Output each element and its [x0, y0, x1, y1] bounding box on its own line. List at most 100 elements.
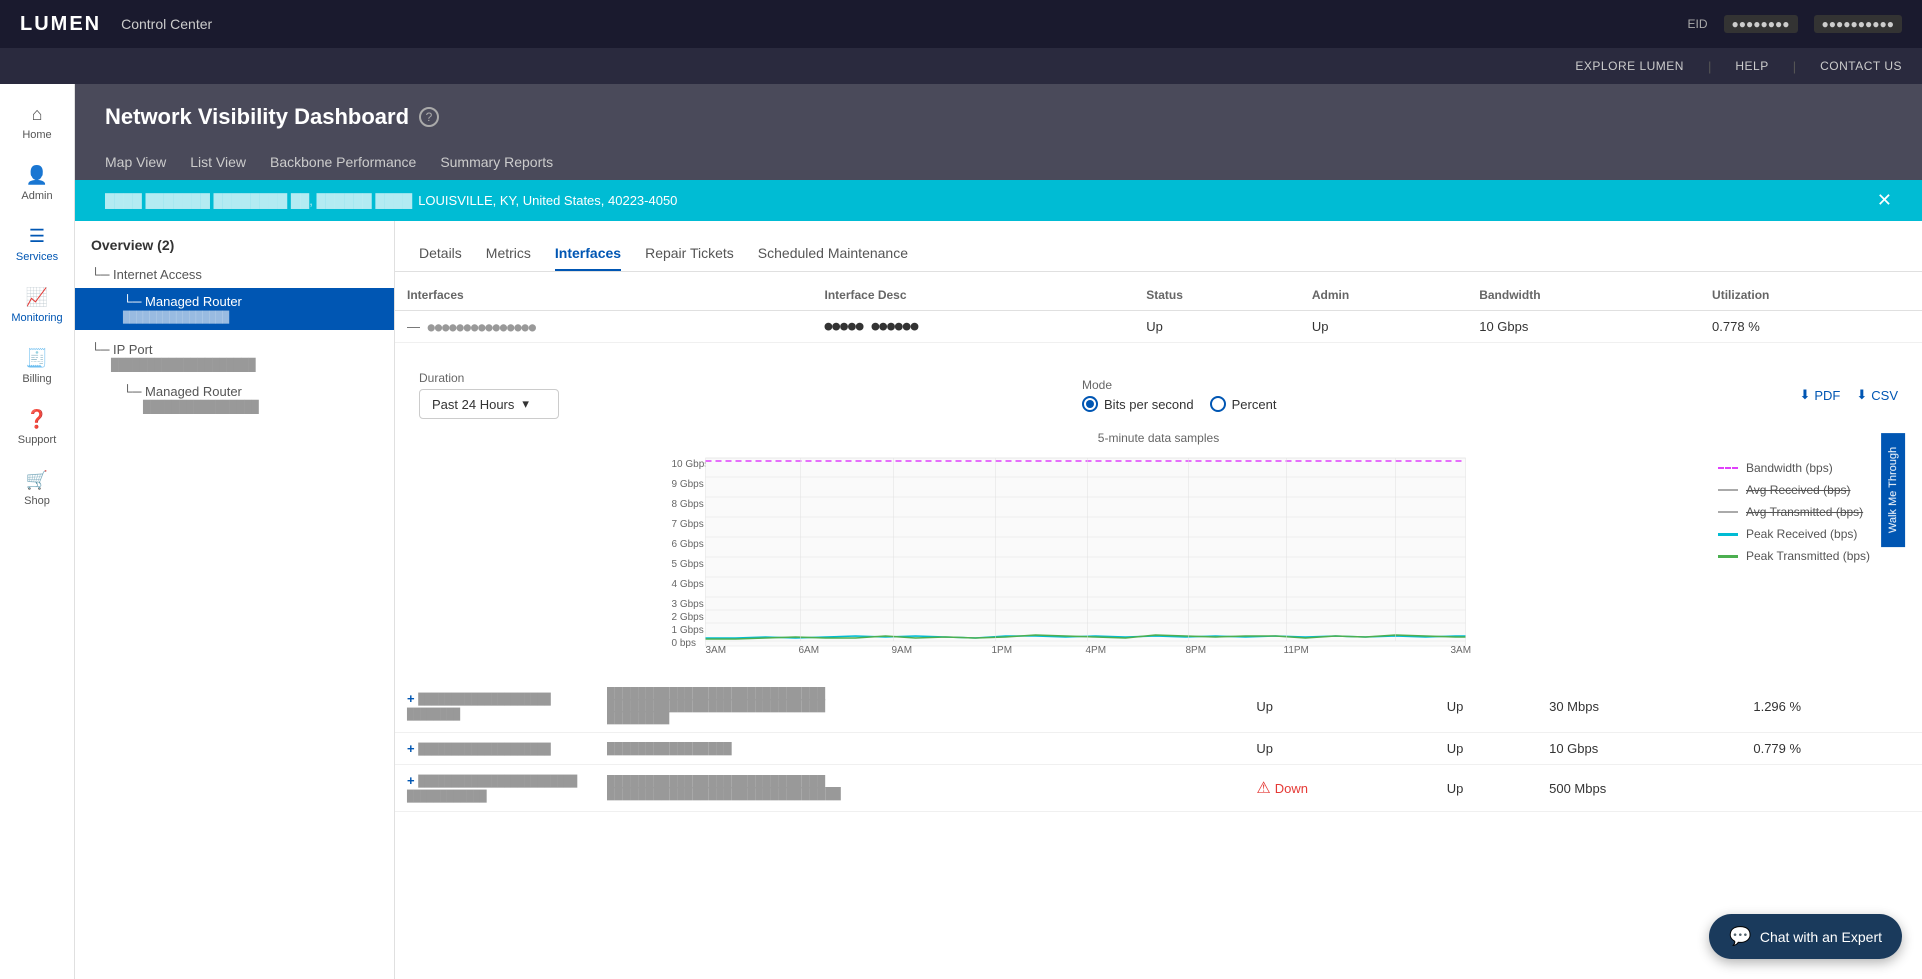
- table-row: + ████████████████████ ████████████████ …: [395, 733, 1922, 765]
- tab-backbone[interactable]: Backbone Performance: [270, 146, 416, 180]
- walk-me-through-button[interactable]: Walk Me Through: [1881, 432, 1905, 546]
- export-section: ⬇ PDF ⬇ CSV: [1799, 387, 1898, 403]
- legend-peak-received-label: Peak Received (bps): [1746, 527, 1857, 541]
- expand-icon-2[interactable]: +: [407, 741, 415, 756]
- legend-peak-transmitted-color: [1718, 555, 1738, 558]
- export-pdf-button[interactable]: ⬇ PDF: [1799, 387, 1840, 403]
- sidebar-item-services-label: Services: [16, 251, 58, 263]
- tree-ip-port[interactable]: └─ IP Port ████████████████████: [75, 330, 394, 378]
- walk-me-through-label: Walk Me Through: [1887, 446, 1899, 532]
- eid-label: EID: [1688, 17, 1708, 31]
- expand-icon-1[interactable]: +: [407, 691, 415, 706]
- sidebar-item-support[interactable]: ❓ Support: [0, 399, 74, 456]
- svg-text:1 Gbps: 1 Gbps: [672, 625, 704, 636]
- tab-metrics[interactable]: Metrics: [486, 237, 531, 271]
- tree-managed-router-2[interactable]: └─ Managed Router ████████████████: [75, 378, 394, 420]
- svg-text:3 Gbps: 3 Gbps: [672, 599, 704, 610]
- info-icon[interactable]: ?: [419, 107, 439, 127]
- nav-bar: EXPLORE LUMEN | HELP | CONTACT US: [0, 48, 1922, 84]
- row-bandwidth: 10 Gbps: [1467, 311, 1700, 343]
- overview-title: Overview (2): [75, 237, 394, 261]
- top-bar-right: EID ●●●●●●●● ●●●●●●●●●●: [1688, 15, 1902, 33]
- legend-avg-received: Avg Received (bps): [1718, 483, 1898, 497]
- contact-us-link[interactable]: CONTACT US: [1820, 59, 1902, 73]
- explore-lumen-link[interactable]: EXPLORE LUMEN: [1575, 59, 1684, 73]
- tree-connector-ip: └─: [91, 342, 113, 357]
- sidebar-item-home[interactable]: ⌂ Home: [0, 94, 74, 151]
- row-bandwidth: 10 Gbps: [1537, 733, 1741, 765]
- panel-tabs: Details Metrics Interfaces Repair Ticket…: [395, 221, 1922, 272]
- tab-interfaces[interactable]: Interfaces: [555, 237, 621, 271]
- sidebar-item-services[interactable]: ☰ Services: [0, 216, 74, 273]
- download-csv-icon: ⬇: [1856, 387, 1867, 403]
- export-csv-button[interactable]: ⬇ CSV: [1856, 387, 1898, 403]
- mode-bps[interactable]: Bits per second: [1082, 396, 1194, 412]
- table-row: — ●●●●●●●●●●●●●●● ●●●●● ●●●●●● Up Up 10 …: [395, 311, 1922, 343]
- tab-map-view[interactable]: Map View: [105, 146, 166, 180]
- chat-icon: 💬: [1729, 926, 1751, 947]
- chart-title: 5-minute data samples: [419, 431, 1898, 445]
- sidebar-item-support-label: Support: [18, 434, 57, 446]
- row-utilization: [1741, 765, 1922, 812]
- right-panel: Details Metrics Interfaces Repair Ticket…: [395, 221, 1922, 979]
- svg-text:8 Gbps: 8 Gbps: [672, 499, 704, 510]
- svg-text:3AM: 3AM: [1451, 645, 1472, 653]
- download-pdf-icon: ⬇: [1799, 387, 1810, 403]
- legend-peak-transmitted-label: Peak Transmitted (bps): [1746, 549, 1870, 563]
- billing-icon: 🧾: [26, 348, 48, 369]
- tree-connector-internet: └─: [91, 267, 113, 282]
- sidebar-item-billing[interactable]: 🧾 Billing: [0, 338, 74, 395]
- row-desc: ●●●●● ●●●●●●: [812, 311, 1134, 343]
- logo: LUMEN: [20, 13, 101, 36]
- row-interface: + ████████████████████████████████████: [395, 765, 595, 812]
- tab-details[interactable]: Details: [419, 237, 462, 271]
- col-bandwidth: Bandwidth: [1467, 280, 1700, 311]
- svg-text:9AM: 9AM: [892, 645, 913, 653]
- duration-value: Past 24 Hours: [432, 397, 514, 412]
- sidebar-item-admin[interactable]: 👤 Admin: [0, 155, 74, 212]
- duration-label: Duration: [419, 371, 559, 385]
- help-link[interactable]: HELP: [1735, 59, 1768, 73]
- radio-percent-dot: [1210, 396, 1226, 412]
- chevron-down-icon: ▾: [522, 396, 529, 412]
- left-panel: Overview (2) └─ Internet Access └─ Manag…: [75, 221, 395, 979]
- sidebar-item-shop[interactable]: 🛒 Shop: [0, 460, 74, 517]
- legend-peak-received-color: [1718, 533, 1738, 536]
- managed-router-1-sub: ████████████████: [123, 311, 229, 324]
- close-banner-button[interactable]: ✕: [1877, 190, 1892, 211]
- bandwidth-chart: 10 Gbps 9 Gbps 8 Gbps 7 Gbps 6 Gbps 5 Gb…: [419, 453, 1702, 653]
- row-admin: Up: [1435, 680, 1537, 733]
- chart-container: 10 Gbps 9 Gbps 8 Gbps 7 Gbps 6 Gbps 5 Gb…: [419, 453, 1898, 656]
- tab-repair[interactable]: Repair Tickets: [645, 237, 734, 271]
- svg-text:11PM: 11PM: [1284, 645, 1309, 653]
- chat-button-label: Chat with an Expert: [1760, 929, 1882, 945]
- chart-area: 5-minute data samples 10 Gbps 9 Gbps 8 G…: [395, 431, 1922, 672]
- row-desc: ████████████████: [595, 733, 1244, 765]
- tab-maintenance[interactable]: Scheduled Maintenance: [758, 237, 908, 271]
- tree-managed-router-1[interactable]: └─ Managed Router ████████████████: [75, 288, 394, 330]
- row-status: Up: [1244, 733, 1434, 765]
- tree-internet-access[interactable]: └─ Internet Access: [75, 261, 394, 288]
- tab-list-view[interactable]: List View: [190, 146, 246, 180]
- mode-percent-label: Percent: [1232, 397, 1277, 412]
- address-banner: ████ ███████ ████████ ██, ██████ ████ LO…: [75, 180, 1922, 221]
- duration-select[interactable]: Past 24 Hours ▾: [419, 389, 559, 419]
- chat-with-expert-button[interactable]: 💬 Chat with an Expert: [1709, 914, 1902, 959]
- legend-avg-transmitted: Avg Transmitted (bps): [1718, 505, 1898, 519]
- sidebar-item-shop-label: Shop: [24, 495, 50, 507]
- svg-text:1PM: 1PM: [992, 645, 1013, 653]
- row-interface: — ●●●●●●●●●●●●●●●: [395, 311, 812, 343]
- eid-value[interactable]: ●●●●●●●●: [1724, 15, 1798, 33]
- row-admin: Up: [1435, 765, 1537, 812]
- address-masked: ████ ███████ ████████ ██, ██████ ████: [105, 193, 412, 208]
- svg-text:8PM: 8PM: [1186, 645, 1207, 653]
- dashboard-header: Network Visibility Dashboard ? Map View …: [75, 84, 1922, 180]
- csv-label: CSV: [1871, 388, 1898, 403]
- user-value[interactable]: ●●●●●●●●●●: [1814, 15, 1902, 33]
- expand-icon-3[interactable]: +: [407, 773, 415, 788]
- expand-icon[interactable]: —: [407, 319, 420, 334]
- sidebar-item-monitoring[interactable]: 📈 Monitoring: [0, 277, 74, 334]
- table-row: + ████████████████████████████████████ █…: [395, 765, 1922, 812]
- tab-summary[interactable]: Summary Reports: [440, 146, 553, 180]
- mode-percent[interactable]: Percent: [1210, 396, 1277, 412]
